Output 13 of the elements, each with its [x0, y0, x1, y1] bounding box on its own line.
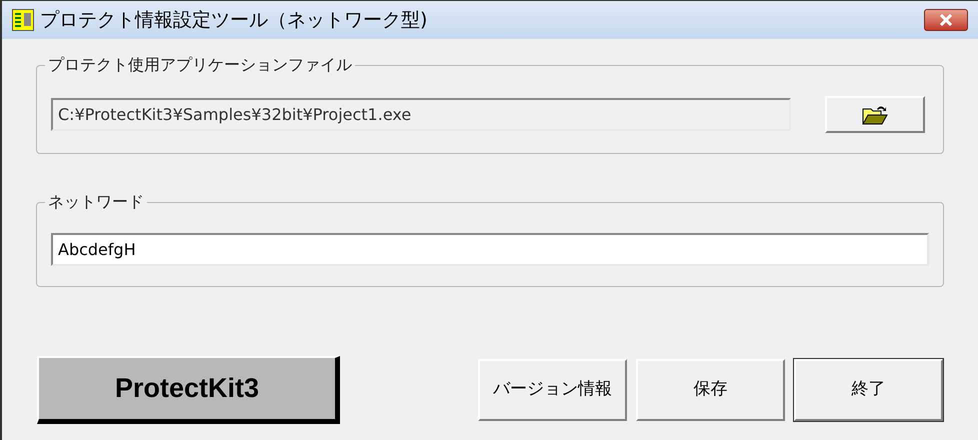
- dialog-button[interactable]: 保存: [636, 359, 785, 421]
- browse-button[interactable]: [825, 96, 925, 133]
- folder-icon: [862, 104, 888, 126]
- group-label: プロテクト使用アプリケーションファイル: [45, 55, 355, 75]
- dialog-button[interactable]: 終了: [794, 359, 943, 421]
- group-label: ネットワード: [45, 192, 147, 212]
- dialog-button[interactable]: バージョン情報: [478, 359, 627, 421]
- close-button[interactable]: [924, 9, 968, 31]
- logo: ProtectKit3: [37, 356, 340, 424]
- window-title: プロテクト情報設定ツール（ネットワーク型): [40, 8, 428, 33]
- input-field[interactable]: AbcdefgH: [51, 233, 929, 266]
- close-icon: [939, 14, 953, 26]
- app-icon: [12, 9, 34, 31]
